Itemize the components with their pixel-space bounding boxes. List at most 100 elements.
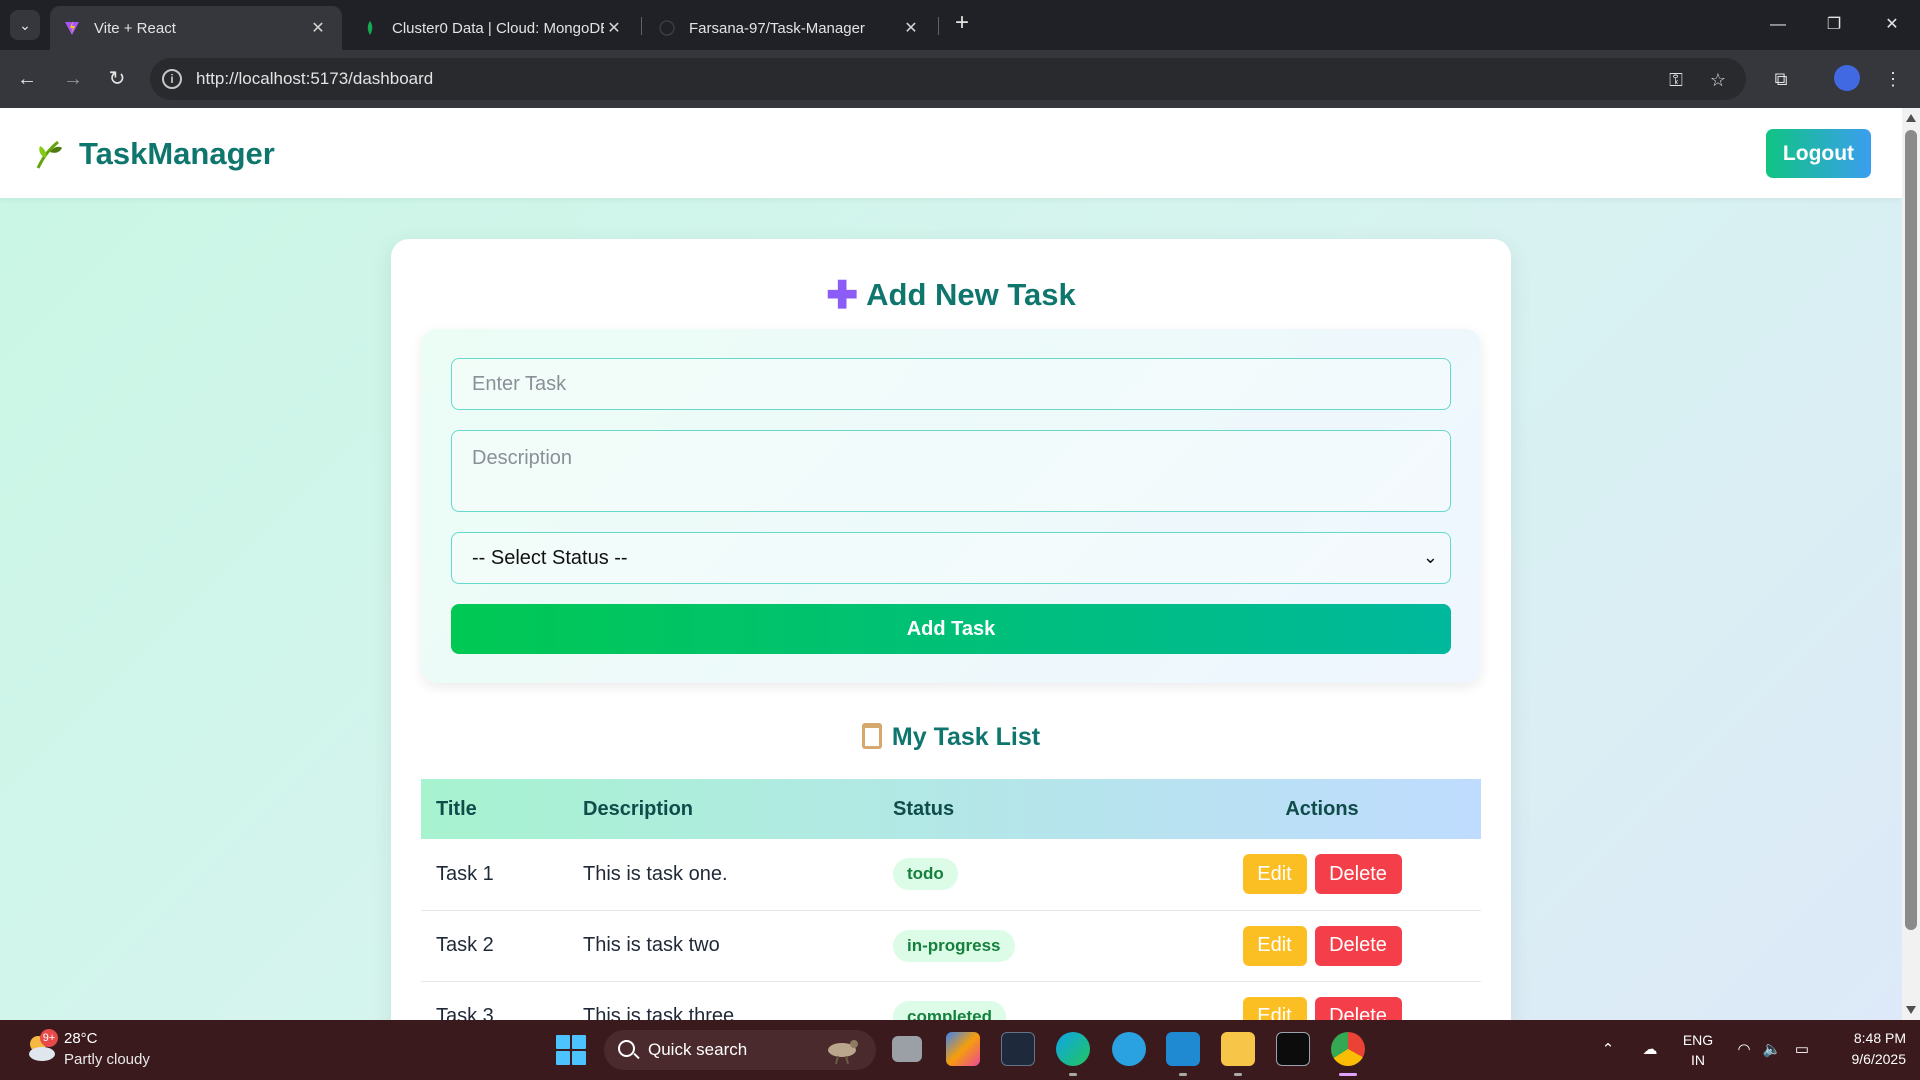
copilot-icon[interactable] [946,1032,980,1066]
windows-start-icon[interactable] [556,1035,586,1065]
running-indicator [1234,1073,1242,1076]
clock-time[interactable]: 8:48 PM [1830,1030,1906,1046]
input-region[interactable]: IN [1682,1052,1714,1068]
input-language[interactable]: ENG [1682,1032,1714,1048]
url-text[interactable]: http://localhost:5173/dashboard [196,69,433,89]
logout-button[interactable]: Logout [1766,129,1871,178]
task-description-cell: This is task one. [568,839,878,911]
tab-close-icon[interactable]: ✕ [308,18,328,38]
site-info-icon[interactable]: i [162,69,182,89]
tab-vite-react[interactable]: Vite + React ✕ [50,6,342,50]
task-view-icon[interactable] [892,1036,922,1062]
restore-icon[interactable]: ❐ [1814,10,1854,40]
back-icon[interactable]: ← [12,64,42,94]
task-actions-cell: Edit Delete [1148,910,1481,982]
chrome-icon[interactable] [1331,1032,1365,1066]
status-select-value: -- Select Status -- [472,546,628,569]
column-header-title: Title [436,797,477,820]
task-list-heading: My Task List [391,723,1511,752]
search-label: Quick search [648,1040,748,1059]
task-actions-cell: Edit Delete [1148,839,1481,911]
tab-title: Cluster0 Data | Cloud: MongoDB [392,19,604,37]
new-tab-icon[interactable]: + [950,11,974,36]
description-textarea[interactable] [451,430,1451,512]
file-explorer-icon[interactable] [1221,1032,1255,1066]
tab-title: Farsana-97/Task-Manager [689,19,865,37]
mysql-workbench-icon[interactable] [1001,1032,1035,1066]
windows-taskbar: 9+ 28°C Partly cloudy Quick search ⌃ ☁ E… [0,1020,1920,1080]
plus-icon: ✚ [826,275,859,317]
edge-browser-icon[interactable] [1056,1032,1090,1066]
tab-separator [938,17,939,35]
add-task-heading: ✚ Add New Task [391,273,1511,318]
tab-close-icon[interactable]: ✕ [604,18,624,38]
page-scrollbar[interactable] [1902,108,1920,1020]
weather-description[interactable]: Partly cloudy [64,1051,150,1068]
vscode-icon[interactable] [1166,1032,1200,1066]
password-key-icon[interactable]: ⚿ [1664,68,1688,92]
terminal-icon[interactable] [1276,1032,1310,1066]
extensions-icon[interactable]: ⧉ [1766,64,1796,94]
tab-mongodb[interactable]: Cluster0 Data | Cloud: MongoDB ✕ [348,6,638,50]
status-badge: in-progress [893,929,1015,962]
task-title-cell: Task 1 [421,839,568,911]
clock-date[interactable]: 9/6/2025 [1830,1051,1907,1067]
brand-name[interactable]: TaskManager [79,136,275,172]
column-header-status: Status [893,797,955,820]
mongodb-leaf-icon [367,21,373,35]
task-table: Title Description Status Actions Task 1 … [421,779,1481,1020]
active-indicator [1339,1073,1357,1076]
chevron-down-icon: ⌄ [1422,547,1438,567]
search-highlight-bird-icon [828,1040,858,1065]
tab-close-icon[interactable]: ✕ [901,18,921,38]
task-status-cell: todo [878,839,1148,911]
edit-button[interactable]: Edit [1242,854,1307,895]
task-title-cell: Task 3 [421,981,568,1020]
reload-icon[interactable]: ↻ [102,64,132,94]
table-row: Task 1 This is task one. todo Edit Delete [421,839,1481,911]
scrollbar-thumb[interactable] [1905,130,1917,930]
address-bar[interactable]: i http://localhost:5173/dashboard ⚿ ☆ [150,58,1746,100]
forward-icon[interactable]: → [58,64,88,94]
onedrive-icon[interactable]: ☁ [1640,1040,1660,1060]
menu-dots-icon[interactable]: ⋮ [1878,64,1908,94]
plant-icon [36,140,62,169]
scroll-up-icon[interactable] [1906,114,1916,122]
task-description-cell: This is task two [568,910,878,982]
weather-temperature[interactable]: 28°C [64,1030,98,1047]
tab-search-icon[interactable]: ⌄ [10,10,40,40]
status-badge: completed [893,1000,1007,1020]
wifi-icon[interactable]: ◠ [1734,1040,1754,1060]
add-task-button[interactable]: Add Task [451,604,1451,654]
delete-button[interactable]: Delete [1314,996,1402,1020]
tab-github[interactable]: Farsana-97/Task-Manager ✕ [645,6,935,50]
search-icon [618,1040,635,1057]
task-description-cell: This is task three [568,981,878,1020]
delete-button[interactable]: Delete [1314,925,1402,966]
edit-button[interactable]: Edit [1242,996,1307,1020]
minimize-icon[interactable]: — [1758,10,1798,40]
close-window-icon[interactable]: ✕ [1872,10,1912,40]
edit-button[interactable]: Edit [1242,925,1307,966]
show-hidden-icons-icon[interactable]: ⌃ [1598,1040,1618,1060]
main-card: ✚Add New Task -- Select Status -- ⌄ Add … [391,239,1511,1020]
battery-icon[interactable]: ▭ [1792,1040,1812,1060]
volume-icon[interactable]: 🔈 [1762,1040,1782,1060]
bookmark-star-icon[interactable]: ☆ [1706,68,1730,92]
column-header-description: Description [583,797,694,820]
app-navbar: TaskManager Logout [0,108,1902,198]
task-title-cell: Task 2 [421,910,568,982]
profile-avatar[interactable] [1834,65,1860,91]
weather-alert-badge: 9+ [40,1029,58,1047]
running-indicator [1179,1073,1187,1076]
column-header-actions: Actions [1285,797,1359,820]
table-row: Task 2 This is task two in-progress Edit… [421,910,1481,982]
status-select[interactable]: -- Select Status -- ⌄ [451,532,1451,584]
task-title-input[interactable] [451,358,1451,410]
telegram-icon[interactable] [1112,1032,1146,1066]
vite-icon [65,21,79,35]
taskbar-search[interactable]: Quick search [604,1030,876,1070]
delete-button[interactable]: Delete [1314,854,1402,895]
running-indicator [1069,1073,1077,1076]
scroll-down-icon[interactable] [1906,1006,1916,1014]
